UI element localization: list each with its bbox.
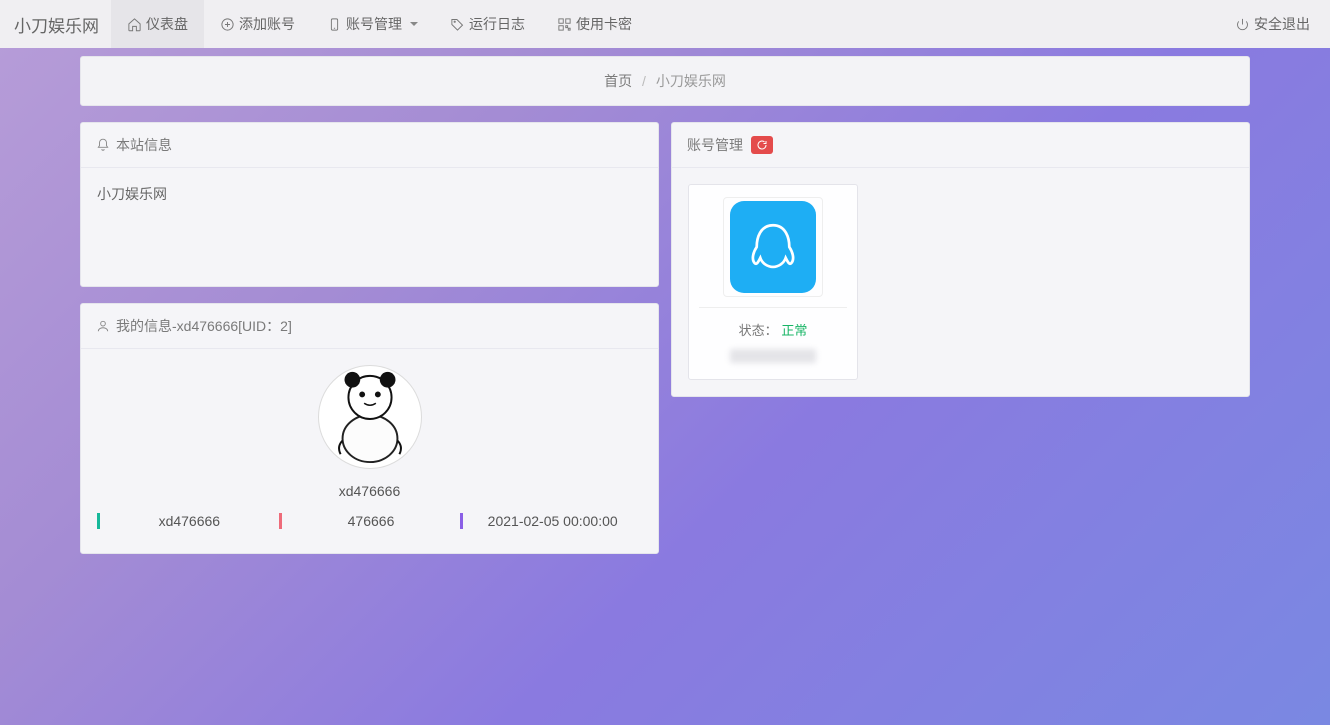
nav-exit-label: 安全退出 [1254, 14, 1310, 34]
avatar-image [321, 368, 419, 466]
stat-expire: 2021-02-05 00:00:00 [460, 513, 642, 529]
top-nav: 小刀娱乐网 仪表盘 添加账号 账号管理 运行日志 使用卡密 安全退出 [0, 0, 1330, 48]
qq-icon [730, 201, 816, 293]
panel-site-info-body: 小刀娱乐网 [81, 168, 658, 286]
status-label: 状态： [739, 323, 778, 338]
account-card[interactable]: 状态： 正常 [688, 184, 858, 380]
nav-use-card-label: 使用卡密 [576, 14, 632, 34]
refresh-button[interactable] [751, 136, 773, 154]
panel-my-info-header: 我的信息-xd476666[UID：2] [81, 304, 658, 349]
panel-site-info-title: 本站信息 [116, 135, 172, 155]
panel-account-mgmt-title: 账号管理 [687, 135, 743, 155]
breadcrumb: 首页 / 小刀娱乐网 [80, 56, 1250, 106]
qrcode-icon [557, 17, 572, 32]
nav-use-card[interactable]: 使用卡密 [541, 0, 648, 48]
breadcrumb-sep: / [642, 73, 646, 89]
profile-stats: xd476666 476666 2021-02-05 00:00:00 [97, 513, 642, 529]
nav-run-log-label: 运行日志 [469, 14, 525, 34]
nav-exit[interactable]: 安全退出 [1215, 0, 1330, 48]
device-icon [327, 17, 342, 32]
right-column: 账号管理 状态： 正常 [671, 122, 1250, 397]
left-column: 本站信息 小刀娱乐网 我的信息-xd476666[UID：2] [80, 122, 659, 554]
panel-my-info: 我的信息-xd476666[UID：2] [80, 303, 659, 554]
nav-account-mgmt-label: 账号管理 [346, 14, 402, 34]
chevron-down-icon [410, 22, 418, 26]
panel-my-info-title: 我的信息-xd476666[UID：2] [116, 316, 292, 336]
panel-my-info-body: xd476666 xd476666 476666 2021-02-05 00:0… [81, 349, 658, 553]
nav-dashboard-label: 仪表盘 [146, 14, 188, 34]
site-info-content: 小刀娱乐网 [97, 186, 167, 202]
avatar [318, 365, 422, 469]
nav-add-account-label: 添加账号 [239, 14, 295, 34]
nav-run-log[interactable]: 运行日志 [434, 0, 541, 48]
panel-account-mgmt-header: 账号管理 [672, 123, 1249, 168]
main-container: 首页 / 小刀娱乐网 本站信息 小刀娱乐网 我的信息-xd476666[UID：… [80, 56, 1250, 594]
plus-circle-icon [220, 17, 235, 32]
content-row: 本站信息 小刀娱乐网 我的信息-xd476666[UID：2] [80, 122, 1250, 554]
account-status: 状态： 正常 [699, 307, 847, 339]
stat-number: 476666 [279, 513, 461, 529]
nav-dashboard[interactable]: 仪表盘 [111, 0, 204, 48]
panel-account-mgmt: 账号管理 状态： 正常 [671, 122, 1250, 397]
stat-username: xd476666 [97, 513, 279, 529]
breadcrumb-home[interactable]: 首页 [604, 73, 632, 89]
refresh-icon [756, 139, 768, 151]
profile-display-name: xd476666 [97, 483, 642, 499]
breadcrumb-current: 小刀娱乐网 [656, 73, 726, 89]
brand[interactable]: 小刀娱乐网 [14, 12, 111, 37]
bell-icon [96, 138, 110, 152]
power-icon [1235, 17, 1250, 32]
nav-add-account[interactable]: 添加账号 [204, 0, 311, 48]
account-icon-wrap [723, 197, 823, 297]
panel-site-info-header: 本站信息 [81, 123, 658, 168]
status-value: 正常 [781, 323, 807, 338]
tag-icon [450, 17, 465, 32]
panel-site-info: 本站信息 小刀娱乐网 [80, 122, 659, 287]
panel-account-mgmt-body: 状态： 正常 [672, 168, 1249, 396]
user-icon [96, 319, 110, 333]
nav-account-mgmt[interactable]: 账号管理 [311, 0, 434, 48]
account-id-blurred [730, 349, 816, 363]
home-icon [127, 17, 142, 32]
